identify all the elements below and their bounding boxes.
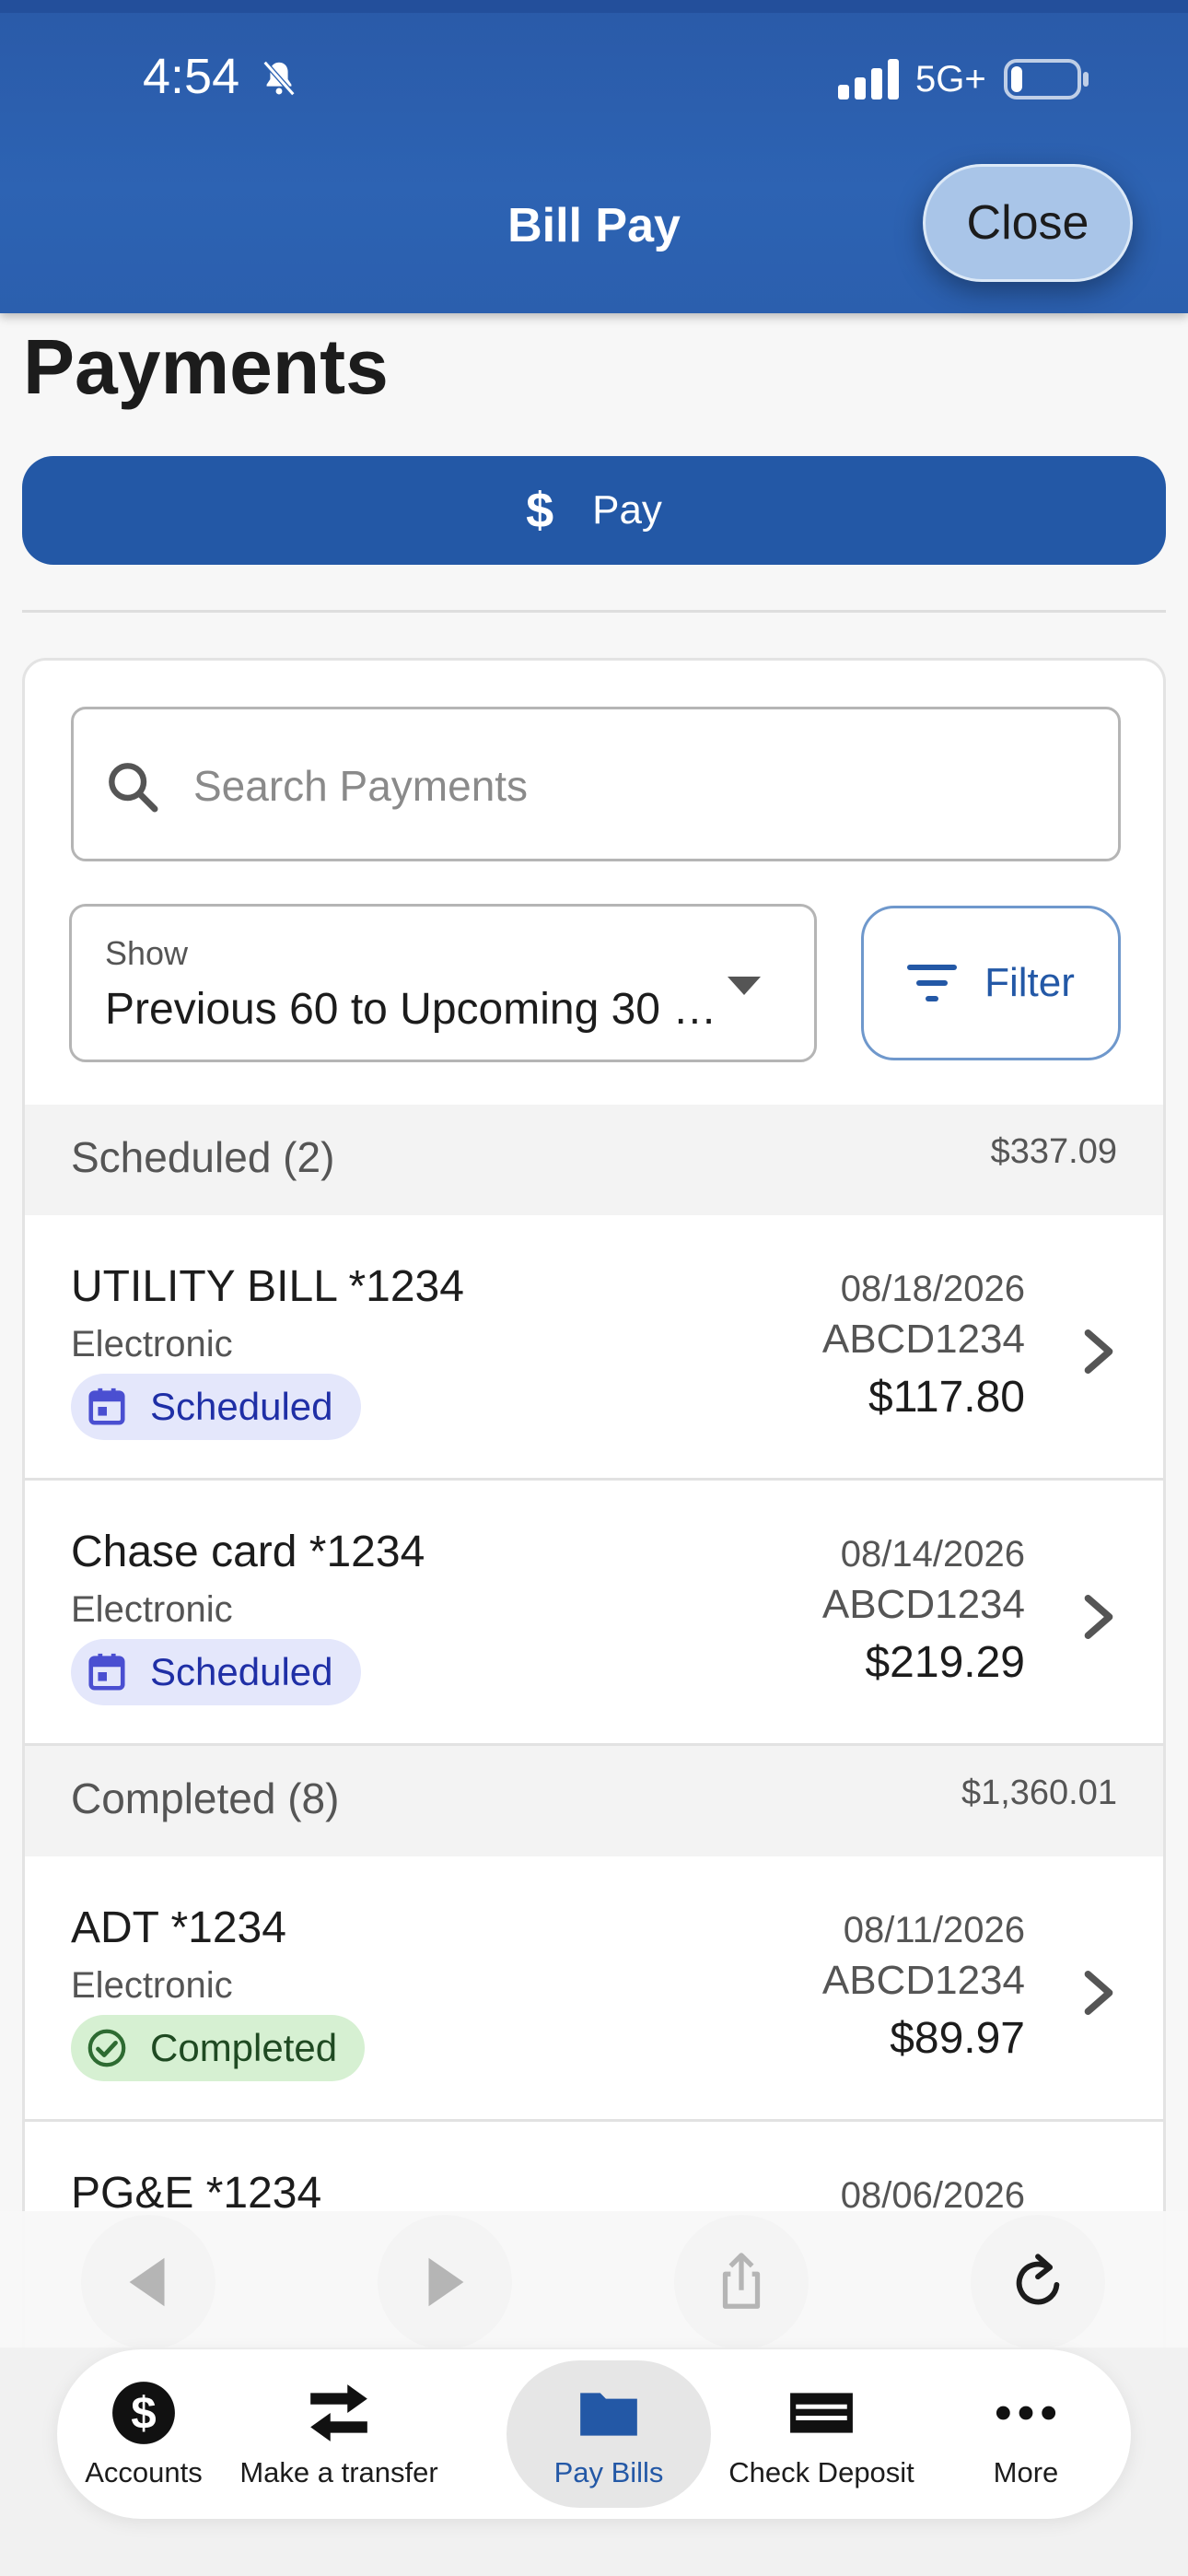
search-box[interactable]	[71, 707, 1121, 861]
chevron-right-icon	[1084, 1971, 1113, 2015]
divider	[22, 610, 1166, 613]
share-icon	[722, 2253, 761, 2309]
section-header-scheduled: Scheduled (2) $337.09	[25, 1105, 1163, 1215]
status-badge: Scheduled	[71, 1374, 361, 1440]
status-badge: Completed	[71, 2015, 366, 2081]
tab-more[interactable]: More	[961, 2349, 1090, 2519]
show-range-select[interactable]: Show Previous 60 to Upcoming 30 …	[69, 904, 817, 1062]
network-label: 5G+	[915, 59, 986, 100]
payment-method: Electronic	[71, 1589, 233, 1630]
payment-amount: $89.97	[890, 2014, 1025, 2063]
status-label: Completed	[150, 2026, 338, 2069]
payee-name: ADT *1234	[71, 1903, 286, 1952]
status-badge: Scheduled	[71, 1639, 361, 1705]
search-icon	[109, 763, 158, 813]
payment-reference: ABCD1234	[821, 1958, 1025, 2003]
calendar-icon	[88, 1388, 125, 1425]
show-label: Show	[105, 934, 189, 972]
search-input[interactable]	[193, 746, 1096, 825]
tab-label: More	[993, 2456, 1059, 2488]
payment-method: Electronic	[71, 1324, 233, 1364]
tab-check-deposit[interactable]: Check Deposit	[713, 2349, 930, 2519]
reload-button[interactable]	[971, 2215, 1105, 2349]
payment-date: 08/11/2026	[843, 1910, 1025, 1950]
reload-icon	[1016, 2254, 1060, 2305]
filter-icon	[907, 965, 958, 1001]
payment-date: 08/18/2026	[840, 1269, 1025, 1309]
tab-make-a-transfer[interactable]: Make a transfer	[227, 2349, 451, 2519]
payee-name: Chase card *1234	[71, 1528, 425, 1576]
check-icon	[790, 2393, 853, 2433]
signal-icon	[838, 59, 899, 100]
forward-button[interactable]	[378, 2215, 512, 2349]
check-circle-icon	[87, 2029, 126, 2067]
app-header: 4:54 5G+ Bill Pay Close	[0, 0, 1188, 313]
payment-reference: ABCD1234	[821, 1582, 1025, 1627]
filter-label: Filter	[984, 960, 1075, 1005]
section-title: Completed (8)	[71, 1774, 340, 1822]
more-dots-icon	[996, 2406, 1056, 2420]
payment-amount: $117.80	[868, 1373, 1025, 1422]
chevron-right-icon	[1084, 1329, 1113, 1374]
close-button[interactable]: Close	[923, 164, 1133, 282]
battery-icon	[1004, 59, 1089, 100]
forward-arrow-icon	[428, 2257, 464, 2307]
payment-row[interactable]: ADT *1234 Electronic Completed 08/11/202…	[25, 1856, 1163, 2122]
back-arrow-icon	[129, 2257, 165, 2307]
payment-row[interactable]: Chase card *1234 Electronic Scheduled 08…	[25, 1481, 1163, 1746]
section-total: $337.09	[990, 1132, 1117, 1171]
tab-accounts[interactable]: $ Accounts	[76, 2349, 212, 2519]
transfer-arrows-icon	[310, 2384, 367, 2441]
tab-label: Pay Bills	[553, 2456, 664, 2488]
tab-label: Accounts	[85, 2456, 203, 2488]
pay-button[interactable]: $ Pay	[22, 456, 1166, 565]
bell-muted-icon	[262, 60, 296, 97]
status-label: Scheduled	[150, 1650, 333, 1693]
page-title: Payments	[23, 323, 389, 410]
payment-row[interactable]: UTILITY BILL *1234 Electronic Scheduled …	[25, 1215, 1163, 1481]
status-label: Scheduled	[150, 1385, 333, 1428]
section-header-completed: Completed (8) $1,360.01	[25, 1746, 1163, 1856]
show-value: Previous 60 to Upcoming 30 …	[105, 985, 717, 1034]
payment-date: 08/14/2026	[840, 1534, 1025, 1575]
chevron-right-icon	[1084, 1595, 1113, 1639]
tab-label: Check Deposit	[728, 2456, 914, 2488]
filter-button[interactable]: Filter	[861, 906, 1121, 1060]
payment-reference: ABCD1234	[821, 1317, 1025, 1362]
svg-text:$: $	[131, 2388, 156, 2439]
share-button[interactable]	[674, 2215, 809, 2349]
pay-button-label: Pay	[592, 487, 662, 533]
payment-method: Electronic	[71, 1965, 233, 2006]
dollar-icon: $	[526, 483, 554, 538]
payment-amount: $219.29	[865, 1638, 1025, 1687]
section-title: Scheduled (2)	[71, 1133, 335, 1181]
folder-icon	[580, 2393, 637, 2436]
bottom-tab-bar: $ Accounts Make a transfer Pay Bills Che…	[57, 2349, 1131, 2519]
section-total: $1,360.01	[961, 1774, 1117, 1812]
calendar-icon	[88, 1653, 125, 1691]
tab-pay-bills[interactable]: Pay Bills	[507, 2360, 711, 2508]
tab-label: Make a transfer	[239, 2456, 438, 2488]
caret-down-icon	[728, 977, 761, 995]
dollar-circle-icon: $	[112, 2382, 175, 2444]
payee-name: UTILITY BILL *1234	[71, 1262, 464, 1311]
status-time: 4:54	[143, 49, 240, 104]
back-button[interactable]	[81, 2215, 215, 2349]
